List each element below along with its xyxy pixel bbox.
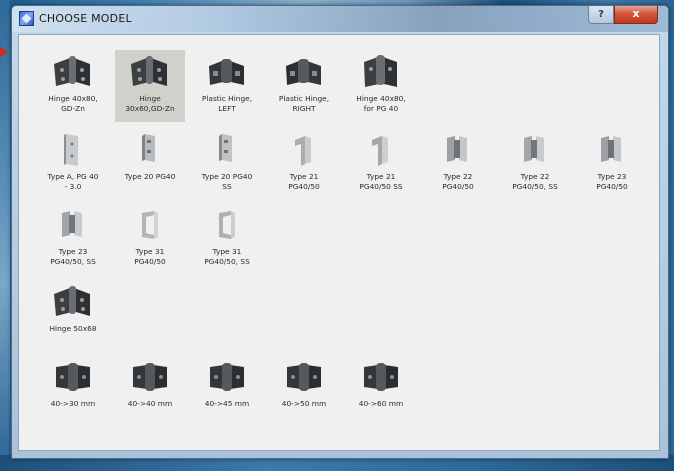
hinge-block-icon xyxy=(269,357,339,397)
model-label: 40->40 mm xyxy=(127,399,173,408)
model-item[interactable]: Hinge 40x80, GD-Zn xyxy=(38,50,108,122)
model-item[interactable]: Type 21 PG40/50 xyxy=(269,128,339,200)
model-item[interactable]: Type 31 PG40/50, SS xyxy=(192,203,262,275)
model-label: 40->45 mm xyxy=(204,399,250,408)
metal-hinge-flat-icon xyxy=(115,130,185,170)
model-item[interactable]: Plastic Hinge, LEFT xyxy=(192,50,262,122)
model-item[interactable]: Type 31 PG40/50 xyxy=(115,203,185,275)
window-title: CHOOSE MODEL xyxy=(39,12,132,25)
metal-hinge-bent-icon xyxy=(192,205,262,245)
model-label: Plastic Hinge, RIGHT xyxy=(278,94,330,113)
metal-hinge-double-icon xyxy=(38,205,108,245)
hinge-dark-icon xyxy=(346,52,416,92)
model-label: Type 20 PG40 xyxy=(124,172,176,181)
hinge-block-icon xyxy=(346,357,416,397)
help-button[interactable]: ? xyxy=(588,6,614,24)
title-bar[interactable]: CHOOSE MODEL ? x xyxy=(12,6,668,32)
model-item[interactable]: Type 22 PG40/50 xyxy=(423,128,493,200)
model-label: Type 31 PG40/50 xyxy=(134,247,166,266)
metal-hinge-flat-icon xyxy=(38,130,108,170)
model-label: Hinge 40x80, for PG 40 xyxy=(356,94,406,113)
model-label: Type 22 PG40/50, SS xyxy=(512,172,558,191)
model-label: Type 31 PG40/50, SS xyxy=(204,247,250,266)
model-item[interactable]: Plastic Hinge, RIGHT xyxy=(269,50,339,122)
model-label: Type 21 PG40/50 xyxy=(288,172,320,191)
desktop-background-left xyxy=(0,0,10,471)
hinge-dark-icon xyxy=(115,52,185,92)
model-label: Hinge 50x68 xyxy=(49,324,97,333)
hinge-block-icon xyxy=(38,357,108,397)
model-item[interactable]: Hinge 40x80, for PG 40 xyxy=(346,50,416,122)
model-grid: Hinge 40x80, GD-Zn Hinge 30x60,GD-Zn Pla… xyxy=(18,34,660,451)
app-icon xyxy=(19,11,34,26)
plastic-hinge-icon xyxy=(269,52,339,92)
metal-hinge-bent-icon xyxy=(346,130,416,170)
model-item[interactable]: Type 22 PG40/50, SS xyxy=(500,128,570,200)
metal-hinge-double-icon xyxy=(500,130,570,170)
hinge-dark-icon xyxy=(38,52,108,92)
model-item[interactable]: 40->60 mm xyxy=(346,355,416,427)
metal-hinge-bent-icon xyxy=(115,205,185,245)
model-label: Type 23 PG40/50, SS xyxy=(50,247,96,266)
model-item[interactable]: 40->50 mm xyxy=(269,355,339,427)
model-label: 40->50 mm xyxy=(281,399,327,408)
hinge-block-icon xyxy=(192,357,262,397)
model-label: Hinge 40x80, GD-Zn xyxy=(48,94,98,113)
model-label: Type 20 PG40 SS xyxy=(201,172,253,191)
model-item[interactable]: 40->45 mm xyxy=(192,355,262,427)
model-label: Type 22 PG40/50 xyxy=(442,172,474,191)
model-item[interactable]: 40->30 mm xyxy=(38,355,108,427)
model-item[interactable]: Hinge 50x68 xyxy=(38,280,108,352)
model-item[interactable]: 40->40 mm xyxy=(115,355,185,427)
model-label: 40->30 mm xyxy=(50,399,96,408)
metal-hinge-double-icon xyxy=(577,130,647,170)
model-label: Plastic Hinge, LEFT xyxy=(201,94,253,113)
arrow-pointer-icon xyxy=(0,47,8,57)
hinge-dark-icon xyxy=(38,282,108,322)
model-label: Type 21 PG40/50 SS xyxy=(359,172,403,191)
model-item[interactable]: Type 23 PG40/50, SS xyxy=(38,203,108,275)
model-label: Type 23 PG40/50 xyxy=(596,172,628,191)
hinge-block-icon xyxy=(115,357,185,397)
metal-hinge-bent-icon xyxy=(269,130,339,170)
model-label: 40->60 mm xyxy=(358,399,404,408)
close-button[interactable]: x xyxy=(614,6,658,24)
model-label: Hinge 30x60,GD-Zn xyxy=(125,94,175,113)
plastic-hinge-icon xyxy=(192,52,262,92)
choose-model-window: CHOOSE MODEL ? x Hinge 40x80, GD-Zn Hing… xyxy=(11,5,669,459)
model-item-selected[interactable]: Hinge 30x60,GD-Zn xyxy=(115,50,185,122)
metal-hinge-flat-icon xyxy=(192,130,262,170)
model-item[interactable]: Type 21 PG40/50 SS xyxy=(346,128,416,200)
metal-hinge-double-icon xyxy=(423,130,493,170)
model-item[interactable]: Type 20 PG40 xyxy=(115,128,185,200)
model-item[interactable]: Type 20 PG40 SS xyxy=(192,128,262,200)
model-item[interactable]: Type 23 PG40/50 xyxy=(577,128,647,200)
model-label: Type A, PG 40 - 3.0 xyxy=(47,172,99,191)
model-item[interactable]: Type A, PG 40 - 3.0 xyxy=(38,128,108,200)
